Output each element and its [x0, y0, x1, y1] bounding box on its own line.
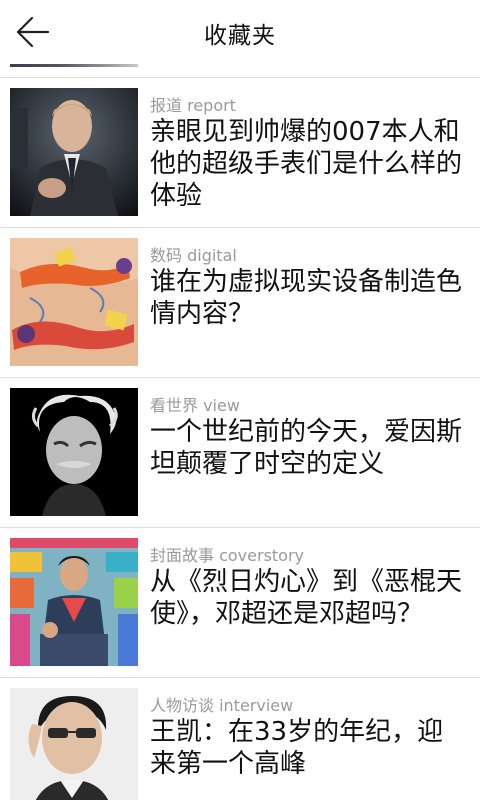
article-title: 谁在为虚拟现实设备制造色情内容？: [150, 267, 463, 329]
page-title: 收藏夹: [204, 23, 276, 49]
favorites-screen: 收藏夹 报道 report 亲眼见到帅爆的007本人和他的超级手表们是什么样的体…: [0, 0, 480, 800]
article-category: 人物访谈 interview: [150, 696, 294, 715]
app-header: 收藏夹: [0, 0, 480, 64]
list-item[interactable]: 人物访谈 interview 王凯：在33岁的年纪，迎来第一个高峰: [0, 678, 480, 800]
article-thumbnail: [10, 538, 138, 666]
article-thumbnail: [10, 238, 138, 366]
article-category: 封面故事 coverstory: [150, 546, 305, 565]
list-item[interactable]: 报道 report 亲眼见到帅爆的007本人和他的超级手表们是什么样的体验: [0, 78, 480, 228]
article-title: 王凯：在33岁的年纪，迎来第一个高峰: [150, 717, 444, 779]
article-title: 亲眼见到帅爆的007本人和他的超级手表们是什么样的体验: [150, 117, 463, 211]
list-item[interactable]: 封面故事 coverstory 从《烈日灼心》到《恶棍天使》，邓超还是邓超吗？: [0, 528, 480, 678]
article-category: 看世界 view: [150, 396, 240, 415]
list-item[interactable]: 看世界 view 一个世纪前的今天，爱因斯坦颠覆了时空的定义: [0, 378, 480, 528]
list-item[interactable]: 数码 digital 谁在为虚拟现实设备制造色情内容？: [0, 228, 480, 378]
article-thumbnail: [10, 88, 138, 216]
article-title: 从《烈日灼心》到《恶棍天使》，邓超还是邓超吗？: [150, 567, 463, 629]
article-thumbnail: [10, 388, 138, 516]
article-thumbnail: [10, 688, 138, 800]
article-title: 一个世纪前的今天，爱因斯坦颠覆了时空的定义: [150, 417, 463, 479]
article-category: 报道 report: [150, 96, 236, 115]
favorites-list: 报道 report 亲眼见到帅爆的007本人和他的超级手表们是什么样的体验 数码…: [0, 78, 480, 800]
article-category: 数码 digital: [150, 246, 237, 265]
